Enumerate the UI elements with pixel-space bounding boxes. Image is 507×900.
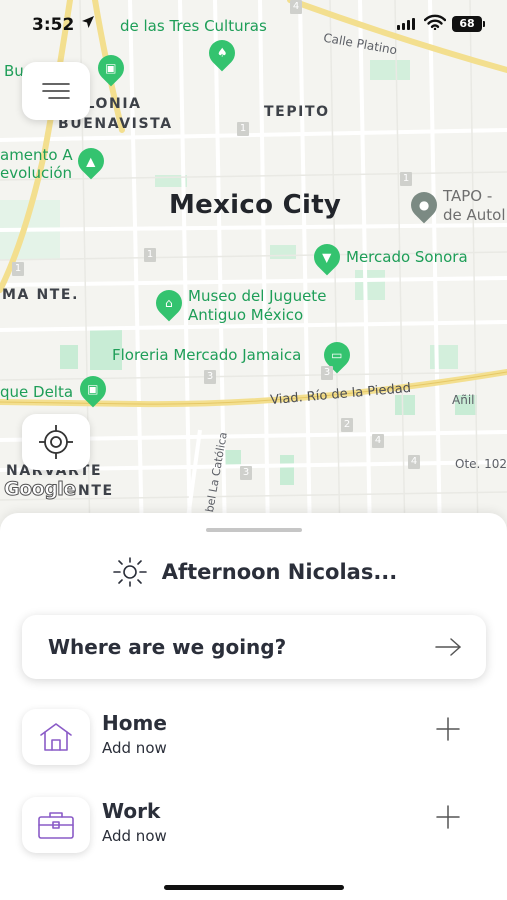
home-icon [40,723,72,751]
home-indicator[interactable] [164,885,344,890]
poi-label-monumento[interactable]: amento A [0,146,73,164]
district-label-poniente: NTE [78,483,114,499]
block-number: 1 [237,122,249,136]
district-label-tepito: TEPITO [264,104,330,120]
block-number: 4 [372,434,384,448]
sun-icon [112,557,147,587]
block-number: 1 [12,262,24,276]
city-label: Mexico City [169,190,342,220]
place-subtitle: Add now [102,827,167,845]
bottom-sheet[interactable]: Afternoon Nicolas... Where are we going?… [0,513,507,900]
menu-button[interactable] [22,62,90,120]
greeting-text: Afternoon Nicolas... [161,560,398,584]
battery-icon: 68 [452,16,485,32]
poi-label-parque-delta[interactable]: que Delta [0,383,73,401]
poi-label-revolucion[interactable]: evolución [0,164,72,182]
district-label-ma-nte: MA NTE. [2,287,79,303]
home-icon-tile[interactable] [22,709,90,765]
saved-place-work[interactable]: Work Add now [22,797,486,857]
poi-label-museo-1[interactable]: Museo del Juguete [188,287,326,305]
place-title: Home [102,711,167,735]
wifi-icon [423,14,447,34]
block-number: 3 [204,370,216,384]
status-bar: 3:52 68 [0,0,507,50]
recenter-location-button[interactable] [22,414,90,470]
street-label-ote: Ote. 102 [455,457,507,471]
arrow-right-icon [435,638,461,656]
street-label-anil: Añil [452,393,475,407]
destination-search-button[interactable]: Where are we going? [22,615,486,679]
crosshair-icon [39,425,73,459]
greeting: Afternoon Nicolas... [0,557,507,587]
block-number: 3 [321,366,333,380]
poi-label-tapo-1[interactable]: TAPO - [443,187,492,205]
poi-label-tapo-2[interactable]: de Autol [443,206,506,224]
block-number: 2 [341,418,353,432]
poi-label-bu[interactable]: Bu [4,62,24,80]
sheet-drag-handle[interactable] [206,528,302,532]
place-title: Work [102,799,161,823]
status-time: 3:52 [32,15,75,35]
cellular-signal-icon [397,18,415,30]
poi-label-museo-2[interactable]: Antiguo México [188,306,303,324]
work-icon-tile[interactable] [22,797,90,853]
block-number: 1 [400,172,412,186]
poi-label-mercado-sonora[interactable]: Mercado Sonora [346,248,468,266]
poi-label-floreria[interactable]: Floreria Mercado Jamaica [112,346,301,364]
hamburger-menu-icon [42,83,70,99]
add-work-plus-icon[interactable] [436,805,460,829]
block-number: 1 [144,248,156,262]
briefcase-icon [38,812,74,839]
place-subtitle: Add now [102,739,167,757]
block-number: 4 [408,455,420,469]
destination-search-label: Where are we going? [48,635,287,659]
add-home-plus-icon[interactable] [436,717,460,741]
location-arrow-icon [81,14,95,33]
block-number: 3 [240,466,252,480]
google-attribution-logo: Google [4,478,77,501]
saved-place-home[interactable]: Home Add now [22,709,486,769]
